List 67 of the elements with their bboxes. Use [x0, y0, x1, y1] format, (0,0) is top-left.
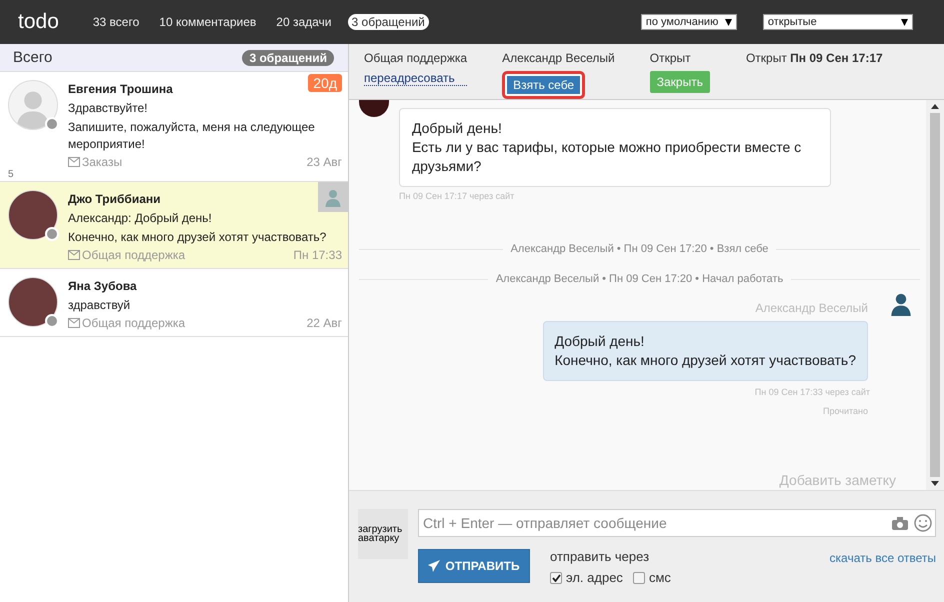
- caret-icon: [900, 18, 908, 26]
- forward-link[interactable]: переадресовать: [364, 71, 468, 86]
- status-dot: [45, 227, 59, 241]
- message-meta: Пн 09 Сен 17:17 через сайт: [399, 191, 516, 201]
- message-input[interactable]: Ctrl + Enter — отправляет сообщение: [418, 509, 936, 537]
- scroll-up-icon[interactable]: [931, 104, 939, 109]
- send-button[interactable]: ОТПРАВИТЬ: [418, 549, 530, 583]
- contact-name: Джо Триббиани: [68, 191, 161, 208]
- channel-checkbox[interactable]: эл. адрес: [550, 570, 623, 585]
- photo-placeholder: [359, 100, 389, 117]
- status-label: Открыт: [650, 51, 692, 65]
- message-bubble: Добрый день! Конечно, как много друзей хотят участвовать?: [542, 321, 868, 381]
- message-preview: Александр: Добрый день!: [68, 210, 213, 227]
- status-dot: [45, 117, 59, 131]
- paper-plane-icon: [428, 560, 440, 572]
- envelope-icon: [68, 250, 80, 260]
- channel-checkbox[interactable]: смс: [632, 570, 671, 585]
- filter-tab[interactable]: 3 обращений: [348, 14, 429, 30]
- opened-date: Открыт Пн 09 Сен 17:17: [746, 51, 883, 65]
- message-preview: Здравствуйте!: [68, 100, 149, 117]
- event-label: Александр Веселый • Пн 09 Сен 17:20 • Начал работать: [496, 273, 784, 285]
- filter-tab[interactable]: 20 задачи: [272, 14, 336, 30]
- send-via-label: отправить через: [550, 549, 650, 564]
- date-label: 22 Авг: [306, 316, 342, 330]
- date-label: 23 Авг: [306, 155, 342, 169]
- scroll-down-icon[interactable]: [931, 481, 939, 486]
- caret-icon: [724, 18, 732, 26]
- envelope-icon: [68, 157, 80, 167]
- camera-icon[interactable]: [892, 516, 908, 530]
- scrollbar[interactable]: [926, 100, 944, 490]
- channel-label: Общая поддержка: [82, 316, 186, 330]
- author-name: Александр Веселый: [755, 301, 868, 315]
- date-label: Пн 17:33: [293, 248, 342, 262]
- download-link[interactable]: скачать все ответы: [830, 551, 936, 565]
- count-badge: 3 обращений: [242, 50, 334, 66]
- contact-name: Яна Зубова: [68, 278, 137, 295]
- message-bubble: Добрый день! Есть ли у вас тарифы, которые можно приобрести вместе с друзьями?: [399, 108, 831, 187]
- photo-placeholder: [8, 190, 58, 240]
- read-status: Прочитано: [823, 406, 868, 416]
- filter-tab[interactable]: 33 всего: [88, 14, 144, 30]
- group-label: Общая поддержка: [364, 51, 468, 65]
- conversation-item[interactable]: Евгения Трошина 20д Здравствуйте! Запишите, пожалуйста, меня на следующее мероприятие! Заказы 23 Авг 5: [0, 72, 348, 182]
- take-button[interactable]: Взять себе: [502, 71, 586, 99]
- contact-name: Евгения Трошина: [68, 81, 173, 98]
- person-silhouette-icon: [323, 187, 343, 207]
- check-icon: [552, 574, 560, 582]
- envelope-icon: [68, 318, 80, 328]
- message-preview: Конечно, как много друзей хотят участвовать?: [68, 229, 328, 246]
- dropdown-select[interactable]: открытые: [762, 14, 913, 30]
- assignee-label: Александр Веселый: [502, 51, 615, 65]
- photo-placeholder: [8, 277, 58, 327]
- event-label: Александр Веселый • Пн 09 Сен 17:20 • Взял себе: [510, 243, 768, 255]
- message-preview: Запишите, пожалуйста, меня на следующее мероприятие!: [68, 119, 316, 153]
- smiley-icon[interactable]: [914, 514, 932, 532]
- app-logo: todo: [18, 10, 59, 34]
- count-label: 5: [8, 169, 14, 180]
- conversation-item[interactable]: Джо Триббиани Александр: Добрый день! Конечно, как много друзей хотят участвовать? Общая поддержка Пн 17:33: [0, 182, 348, 269]
- status-dot: [45, 314, 59, 328]
- avatar-upload[interactable]: загрузить аватарку: [358, 509, 408, 559]
- message-meta: Пн 09 Сен 17:33 через сайт: [754, 387, 870, 397]
- message-preview: здравствуй: [68, 297, 132, 314]
- filter-tab[interactable]: 10 комментариев: [155, 14, 260, 30]
- channel-label: Общая поддержка: [82, 248, 186, 262]
- dropdown-select[interactable]: по умолчанию: [640, 14, 737, 30]
- channel-label: Заказы: [82, 155, 122, 169]
- list-title: Всего: [13, 49, 52, 66]
- age-badge: 20д: [308, 74, 342, 92]
